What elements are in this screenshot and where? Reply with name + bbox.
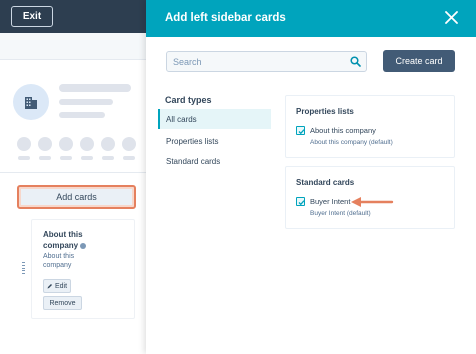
action-placeholder	[101, 137, 115, 151]
section-title: Standard cards	[296, 178, 355, 187]
edit-label: Edit	[54, 282, 68, 290]
search-input[interactable]	[167, 52, 342, 71]
option-label: Buyer Intent	[310, 197, 351, 206]
search-field	[166, 51, 367, 72]
option-sublabel: Buyer Intent (default)	[310, 210, 371, 217]
card-description: About this company	[43, 253, 75, 269]
action-label-placeholder	[123, 156, 135, 160]
panel-title: Add left sidebar cards	[165, 12, 286, 24]
edit-card-button[interactable]: Edit	[43, 279, 71, 293]
action-placeholder	[17, 137, 31, 151]
nav-item-properties-lists[interactable]: Properties lists	[158, 131, 271, 151]
nav-item-all-cards[interactable]: All cards	[158, 109, 271, 129]
properties-lists-section: Properties lists About this company Abou…	[285, 95, 455, 158]
annotation-arrow-icon	[351, 197, 394, 207]
action-placeholder	[38, 137, 52, 151]
info-icon[interactable]	[80, 242, 87, 249]
close-icon[interactable]	[445, 11, 458, 24]
top-bar: Exit	[0, 0, 146, 33]
panel-header: Add left sidebar cards	[146, 0, 476, 37]
section-title: Properties lists	[296, 107, 354, 116]
detail-placeholder	[59, 99, 113, 105]
add-cards-button[interactable]: Add cards	[17, 185, 136, 209]
pencil-icon	[47, 284, 52, 289]
check-icon	[298, 200, 305, 206]
building-icon	[25, 97, 37, 109]
create-card-button[interactable]: Create card	[383, 50, 455, 72]
action-label-placeholder	[39, 156, 51, 160]
detail-placeholder	[59, 112, 105, 118]
divider	[0, 172, 146, 173]
check-icon	[298, 129, 305, 135]
exit-button[interactable]: Exit	[11, 6, 53, 27]
remove-card-button[interactable]: Remove	[43, 296, 82, 310]
buyer-intent-checkbox[interactable]	[296, 197, 305, 206]
about-company-checkbox[interactable]	[296, 126, 305, 135]
action-label-placeholder	[81, 156, 93, 160]
action-placeholder	[122, 137, 136, 151]
sidebar-subbar	[0, 33, 146, 60]
action-label-placeholder	[102, 156, 114, 160]
action-label-placeholder	[60, 156, 72, 160]
card-types-heading: Card types	[165, 95, 212, 105]
name-placeholder	[59, 84, 131, 92]
option-sublabel: About this company (default)	[310, 139, 393, 146]
card-title: About this company	[43, 229, 103, 251]
search-icon[interactable]	[350, 56, 361, 67]
action-placeholder	[59, 137, 73, 151]
action-label-placeholder	[18, 156, 30, 160]
drag-handle-icon[interactable]	[22, 262, 26, 274]
action-placeholder	[80, 137, 94, 151]
company-avatar	[13, 84, 49, 120]
option-label: About this company	[310, 126, 376, 135]
add-cards-panel: Add left sidebar cards Create card Card …	[146, 0, 476, 354]
nav-item-standard-cards[interactable]: Standard cards	[158, 151, 271, 171]
